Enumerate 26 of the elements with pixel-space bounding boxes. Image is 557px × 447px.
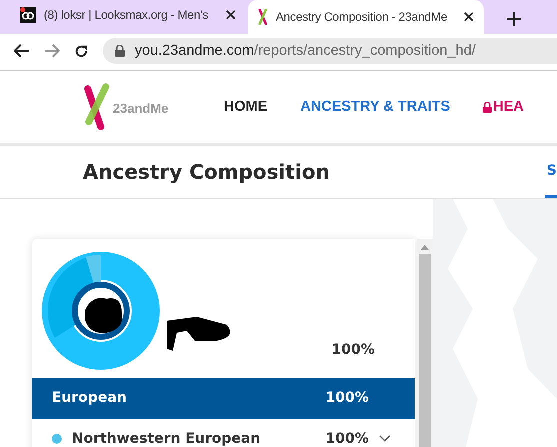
address-bar[interactable]: you.23andme.com/reports/ancestry_composition_hd/: [103, 38, 557, 64]
browser-tab[interactable]: (8) loksr | Looksmax.org - Men's: [10, 0, 246, 30]
ancestry-row[interactable]: Northwestern European 100%: [32, 418, 415, 447]
percentage: 100%: [332, 342, 375, 358]
reload-icon[interactable]: [74, 44, 89, 58]
new-tab-icon[interactable]: [507, 12, 521, 26]
page-title: Ancestry Composition: [83, 160, 331, 184]
x-logo-icon: [258, 9, 268, 25]
chevron-icon[interactable]: [379, 434, 391, 443]
nav-link[interactable]: ANCESTRY & TRAITS: [300, 99, 450, 115]
scrollbar[interactable]: [417, 239, 433, 447]
percentage: 100%: [326, 430, 369, 447]
forward-arrow-icon[interactable]: [44, 44, 60, 58]
ancestry-label: European: [52, 390, 128, 406]
nav-link[interactable]: HOME: [224, 99, 268, 115]
browser-tab[interactable]: Ancestry Composition - 23andMe: [248, 0, 484, 34]
ancestry-row[interactable]: European 100%: [32, 378, 415, 419]
close-icon[interactable]: [464, 12, 474, 22]
percentage: 100%: [326, 390, 369, 406]
back-arrow-icon[interactable]: [14, 44, 30, 58]
lock-icon: [115, 45, 125, 57]
nav-link[interactable]: HEA: [483, 99, 524, 115]
ancestry-label: Northwestern European: [72, 430, 262, 447]
lock-icon: [483, 102, 492, 112]
forum-logo-icon: [20, 7, 36, 23]
close-icon[interactable]: [226, 10, 236, 20]
